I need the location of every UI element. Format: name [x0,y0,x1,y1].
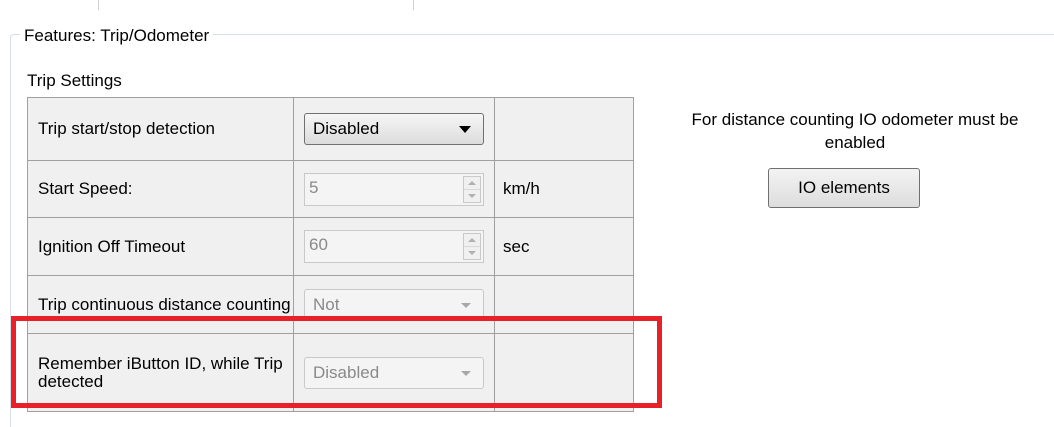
spinner-value: 5 [309,177,319,197]
dropdown-arrow-icon [461,302,471,308]
ignition-timeout-spinner[interactable]: 60 [304,230,484,263]
highlight-annotation [11,316,662,408]
spin-down-icon [468,193,476,198]
start-speed-spinner[interactable]: 5 [304,172,484,206]
trip-detection-dropdown[interactable]: Disabled [304,113,484,145]
spinner-buttons[interactable] [463,233,481,260]
odometer-note: For distance counting IO odometer must b… [691,110,1019,152]
io-elements-button[interactable]: IO elements [768,168,920,208]
spin-down-icon [468,251,476,255]
setting-label: Start Speed: [27,160,294,218]
spinner-buttons[interactable] [463,175,481,203]
spin-up-icon [468,238,476,242]
dropdown-value: Not [313,294,340,314]
group-title: Features: Trip/Odometer [20,27,214,45]
section-title: Trip Settings [27,71,122,90]
spinner-value: 60 [309,235,328,254]
table-row: Ignition Off Timeout 60 sec [27,217,634,276]
table-row: Trip start/stop detection Disabled [27,97,634,161]
unit-label [494,97,634,161]
table-row: Start Speed: 5 km/h [27,160,634,218]
setting-label: Ignition Off Timeout [27,217,294,276]
unit-label: km/h [494,160,634,218]
setting-label: Trip start/stop detection [27,97,294,161]
unit-label: sec [494,217,634,276]
dropdown-arrow-icon [459,126,471,133]
top-strip [0,0,1054,18]
tab-divider [98,0,99,10]
tab-divider [413,0,414,10]
dropdown-value: Disabled [313,119,380,138]
spin-up-icon [468,180,476,185]
